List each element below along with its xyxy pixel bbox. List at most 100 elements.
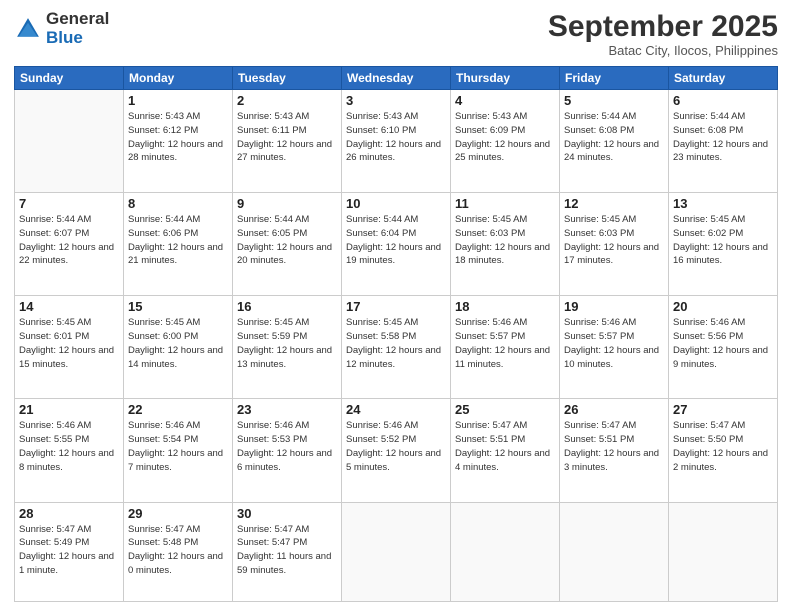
daylight-label: Daylight: 12 hours and 12 minutes. — [346, 345, 441, 370]
sunset-label: Sunset: 5:47 PM — [237, 537, 307, 548]
calendar-header-row: Sunday Monday Tuesday Wednesday Thursday… — [15, 67, 778, 90]
day-info: Sunrise: 5:45 AMSunset: 6:01 PMDaylight:… — [19, 316, 119, 371]
table-row: 19Sunrise: 5:46 AMSunset: 5:57 PMDayligh… — [560, 296, 669, 399]
day-info: Sunrise: 5:46 AMSunset: 5:53 PMDaylight:… — [237, 419, 337, 474]
sunrise-label: Sunrise: 5:44 AM — [673, 111, 745, 122]
calendar-week-row: 7Sunrise: 5:44 AMSunset: 6:07 PMDaylight… — [15, 193, 778, 296]
sunrise-label: Sunrise: 5:46 AM — [455, 317, 527, 328]
sunset-label: Sunset: 5:51 PM — [455, 434, 525, 445]
daylight-label: Daylight: 12 hours and 3 minutes. — [564, 448, 659, 473]
table-row: 16Sunrise: 5:45 AMSunset: 5:59 PMDayligh… — [233, 296, 342, 399]
sunrise-label: Sunrise: 5:44 AM — [128, 214, 200, 225]
day-number: 29 — [128, 506, 228, 521]
daylight-label: Daylight: 12 hours and 5 minutes. — [346, 448, 441, 473]
sunrise-label: Sunrise: 5:45 AM — [237, 317, 309, 328]
col-monday: Monday — [124, 67, 233, 90]
day-info: Sunrise: 5:46 AMSunset: 5:56 PMDaylight:… — [673, 316, 773, 371]
day-info: Sunrise: 5:43 AMSunset: 6:09 PMDaylight:… — [455, 110, 555, 165]
col-tuesday: Tuesday — [233, 67, 342, 90]
table-row: 29Sunrise: 5:47 AMSunset: 5:48 PMDayligh… — [124, 502, 233, 602]
col-sunday: Sunday — [15, 67, 124, 90]
col-friday: Friday — [560, 67, 669, 90]
calendar-week-row: 14Sunrise: 5:45 AMSunset: 6:01 PMDayligh… — [15, 296, 778, 399]
daylight-label: Daylight: 12 hours and 24 minutes. — [564, 139, 659, 164]
sunrise-label: Sunrise: 5:46 AM — [346, 420, 418, 431]
daylight-label: Daylight: 12 hours and 17 minutes. — [564, 242, 659, 267]
daylight-label: Daylight: 12 hours and 16 minutes. — [673, 242, 768, 267]
daylight-label: Daylight: 12 hours and 22 minutes. — [19, 242, 114, 267]
table-row: 13Sunrise: 5:45 AMSunset: 6:02 PMDayligh… — [669, 193, 778, 296]
sunset-label: Sunset: 6:09 PM — [455, 125, 525, 136]
daylight-label: Daylight: 12 hours and 25 minutes. — [455, 139, 550, 164]
sunset-label: Sunset: 6:11 PM — [237, 125, 307, 136]
sunrise-label: Sunrise: 5:44 AM — [564, 111, 636, 122]
day-info: Sunrise: 5:45 AMSunset: 5:59 PMDaylight:… — [237, 316, 337, 371]
table-row — [342, 502, 451, 602]
sunset-label: Sunset: 6:05 PM — [237, 228, 307, 239]
daylight-label: Daylight: 12 hours and 10 minutes. — [564, 345, 659, 370]
sunset-label: Sunset: 6:03 PM — [564, 228, 634, 239]
table-row — [15, 90, 124, 193]
sunset-label: Sunset: 5:55 PM — [19, 434, 89, 445]
day-number: 5 — [564, 93, 664, 108]
day-number: 3 — [346, 93, 446, 108]
daylight-label: Daylight: 12 hours and 8 minutes. — [19, 448, 114, 473]
sunrise-label: Sunrise: 5:46 AM — [673, 317, 745, 328]
table-row: 1Sunrise: 5:43 AMSunset: 6:12 PMDaylight… — [124, 90, 233, 193]
day-number: 4 — [455, 93, 555, 108]
day-info: Sunrise: 5:46 AMSunset: 5:52 PMDaylight:… — [346, 419, 446, 474]
day-info: Sunrise: 5:44 AMSunset: 6:08 PMDaylight:… — [673, 110, 773, 165]
sunrise-label: Sunrise: 5:47 AM — [19, 524, 91, 535]
table-row: 4 Sunrise: 5:43 AMSunset: 6:09 PMDaylight… — [451, 90, 560, 193]
daylight-label: Daylight: 12 hours and 14 minutes. — [128, 345, 223, 370]
header: General Blue September 2025 Batac City, … — [14, 10, 778, 58]
sunrise-label: Sunrise: 5:45 AM — [19, 317, 91, 328]
sunset-label: Sunset: 6:07 PM — [19, 228, 89, 239]
table-row: 22Sunrise: 5:46 AMSunset: 5:54 PMDayligh… — [124, 399, 233, 502]
day-info: Sunrise: 5:44 AM Sunset: 6:07 PM Daylight:… — [19, 213, 119, 268]
day-info: Sunrise: 5:47 AMSunset: 5:51 PMDaylight:… — [455, 419, 555, 474]
calendar-week-row: 1Sunrise: 5:43 AMSunset: 6:12 PMDaylight… — [15, 90, 778, 193]
day-number: 8 — [128, 196, 228, 211]
day-number: 27 — [673, 402, 773, 417]
title-block: September 2025 Batac City, Ilocos, Phili… — [548, 10, 778, 58]
day-number: 24 — [346, 402, 446, 417]
day-number: 9 — [237, 196, 337, 211]
day-number: 10 — [346, 196, 446, 211]
col-thursday: Thursday — [451, 67, 560, 90]
day-info: Sunrise: 5:44 AMSunset: 6:04 PMDaylight:… — [346, 213, 446, 268]
sunset-label: Sunset: 5:51 PM — [564, 434, 634, 445]
table-row: 9Sunrise: 5:44 AMSunset: 6:05 PMDaylight… — [233, 193, 342, 296]
sunrise-label: Sunrise: 5:47 AM — [564, 420, 636, 431]
day-number: 17 — [346, 299, 446, 314]
daylight-label: Daylight: 11 hours and 59 minutes. — [237, 551, 331, 576]
sunset-label: Sunset: 6:00 PM — [128, 331, 198, 342]
sunrise-label: Sunrise: 5:45 AM — [455, 214, 527, 225]
month-title: September 2025 — [548, 10, 778, 43]
table-row: 14Sunrise: 5:45 AMSunset: 6:01 PMDayligh… — [15, 296, 124, 399]
daylight-label: Daylight: 12 hours and 15 minutes. — [19, 345, 114, 370]
day-info: Sunrise: 5:44 AMSunset: 6:06 PMDaylight:… — [128, 213, 228, 268]
daylight-label: Daylight: 12 hours and 4 minutes. — [455, 448, 550, 473]
sunset-label: Sunset: 5:59 PM — [237, 331, 307, 342]
table-row: 7Sunrise: 5:44 AMSunset: 6:07 PMDaylight… — [15, 193, 124, 296]
daylight-label: Daylight: 12 hours and 9 minutes. — [673, 345, 768, 370]
day-info: Sunrise: 5:47 AMSunset: 5:47 PMDaylight:… — [237, 523, 337, 578]
logo-icon — [14, 15, 42, 43]
day-number: 25 — [455, 402, 555, 417]
table-row: 28Sunrise: 5:47 AMSunset: 5:49 PMDayligh… — [15, 502, 124, 602]
day-info: Sunrise: 5:45 AMSunset: 6:03 PMDaylight:… — [564, 213, 664, 268]
sunset-label: Sunset: 5:48 PM — [128, 537, 198, 548]
logo-blue: Blue — [46, 29, 109, 48]
sunrise-label: Sunrise: 5:44 AM — [346, 214, 418, 225]
daylight-label: Daylight: 12 hours and 19 minutes. — [346, 242, 441, 267]
sunset-label: Sunset: 6:08 PM — [564, 125, 634, 136]
sunset-label: Sunset: 5:57 PM — [455, 331, 525, 342]
sunset-label: Sunset: 5:50 PM — [673, 434, 743, 445]
sunrise-label: Sunrise: 5:46 AM — [128, 420, 200, 431]
sunset-label: Sunset: 6:08 PM — [673, 125, 743, 136]
daylight-label: Daylight: 12 hours and 28 minutes. — [128, 139, 223, 164]
sunrise-label: Sunrise: 5:44 AM — [19, 214, 91, 225]
sunset-label: Sunset: 5:53 PM — [237, 434, 307, 445]
sunrise-label: Sunrise: 5:46 AM — [19, 420, 91, 431]
